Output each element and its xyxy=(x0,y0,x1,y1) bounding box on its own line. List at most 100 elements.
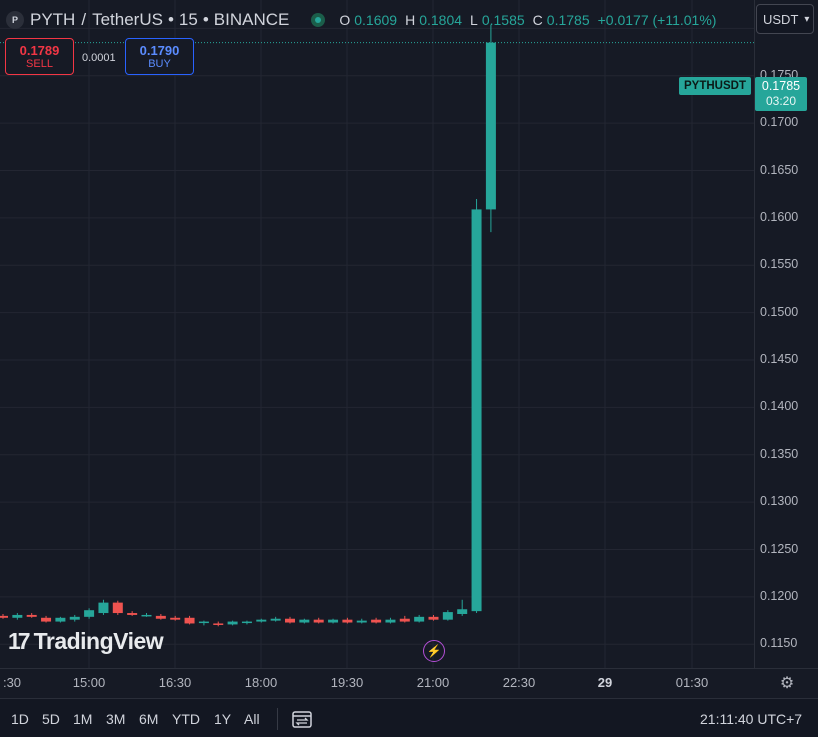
price-tick-label: 0.1500 xyxy=(760,304,799,319)
candle-body xyxy=(0,615,8,618)
candle-body xyxy=(227,621,238,625)
candle-body xyxy=(471,209,482,612)
ohlc-values: O 0.1609 H 0.1804 L 0.1585 C 0.1785 +0.0177 … xyxy=(339,12,720,28)
candle-body xyxy=(26,614,37,617)
time-tick-label: 18:00 xyxy=(244,675,278,690)
currency-selector[interactable]: USDT ▾ xyxy=(756,4,814,34)
chart-area[interactable] xyxy=(0,0,754,668)
symbol-name[interactable]: PYTH xyxy=(30,10,75,30)
buy-button[interactable]: 0.1790 BUY xyxy=(125,38,194,75)
range-button-all[interactable]: All xyxy=(244,711,260,727)
candle-body xyxy=(112,602,123,614)
price-tick-label: 0.1600 xyxy=(760,209,799,224)
time-tick-label: 15:00 xyxy=(72,675,106,690)
candle-body xyxy=(428,616,439,620)
range-button-3m[interactable]: 3M xyxy=(106,711,125,727)
candle-body xyxy=(328,619,339,623)
time-tick-label: :30 xyxy=(2,675,22,690)
close-label: C xyxy=(532,12,543,28)
candle-body xyxy=(184,617,195,624)
time-tick-label: 21:00 xyxy=(416,675,450,690)
candle-body xyxy=(299,619,310,623)
candle-body xyxy=(313,619,324,623)
utc-clock[interactable]: 21:11:40 UTC+7 xyxy=(700,711,802,727)
flash-icon[interactable]: ⚡ xyxy=(423,640,445,662)
candle-body xyxy=(55,617,66,622)
price-tick-label: 0.1200 xyxy=(760,588,799,603)
candle-body xyxy=(213,623,224,625)
low-label: L xyxy=(470,12,478,28)
range-button-6m[interactable]: 6M xyxy=(139,711,158,727)
candle-body xyxy=(342,619,353,623)
candle-body xyxy=(442,612,453,620)
low-value: 0.1585 xyxy=(481,12,525,28)
candle-body xyxy=(270,618,281,621)
sell-button[interactable]: 0.1789 SELL xyxy=(5,38,74,75)
symbol-separator: / xyxy=(81,10,87,29)
symbol-price-tag: PYTHUSDT xyxy=(679,77,751,95)
range-button-1m[interactable]: 1M xyxy=(73,711,92,727)
currency-label: USDT xyxy=(763,11,799,27)
tradingview-mark-icon: 17 xyxy=(8,628,31,654)
candle-body xyxy=(41,617,52,622)
candle-body xyxy=(98,602,109,614)
time-tick-label: 22:30 xyxy=(502,675,536,690)
symbol-legend: P PYTH / TetherUS • 15 • BINANCE O 0.1609… xyxy=(6,8,720,32)
sell-label: SELL xyxy=(26,57,53,70)
range-button-1y[interactable]: 1Y xyxy=(214,711,231,727)
price-tick-label: 0.1300 xyxy=(760,494,799,509)
range-button-1d[interactable]: 1D xyxy=(11,711,29,727)
price-tick-label: 0.1150 xyxy=(760,636,798,651)
time-tick-label: 19:30 xyxy=(330,675,364,690)
spread-value: 0.0001 xyxy=(82,52,116,64)
candle-body xyxy=(414,616,425,622)
range-button-ytd[interactable]: YTD xyxy=(172,711,200,727)
quote-name: TetherUS xyxy=(92,10,163,29)
settings-icon[interactable]: ⚙ xyxy=(778,674,796,692)
candle-body xyxy=(485,42,496,210)
market-open-icon xyxy=(311,13,326,27)
price-tick-label: 0.1350 xyxy=(760,446,799,461)
dot-separator: • xyxy=(167,10,174,29)
candle-body xyxy=(170,617,181,620)
last-price-value: 0.1785 xyxy=(761,79,801,93)
bar-countdown: 03:20 xyxy=(765,94,797,108)
candle-body xyxy=(127,613,138,615)
price-tick-label: 0.1400 xyxy=(760,399,799,414)
candle-body xyxy=(457,609,468,614)
price-tick-label: 0.1450 xyxy=(760,352,799,367)
candle-body xyxy=(371,619,382,623)
last-price-tag: 0.1785 03:20 xyxy=(755,77,807,111)
high-label: H xyxy=(405,12,416,28)
open-label: O xyxy=(339,12,351,28)
calendar-range-icon xyxy=(292,711,312,728)
price-tick-label: 0.1700 xyxy=(760,115,799,130)
tradingview-wordmark: TradingView xyxy=(33,628,164,654)
candle-body xyxy=(141,614,152,617)
compare-icon[interactable] xyxy=(291,709,313,729)
range-button-5d[interactable]: 5D xyxy=(42,711,60,727)
sell-price: 0.1789 xyxy=(19,42,60,58)
candle-body xyxy=(385,619,396,623)
candle-body xyxy=(69,616,80,620)
candlestick-chart[interactable] xyxy=(0,0,754,668)
candle-body xyxy=(285,618,295,623)
candle-body xyxy=(356,620,367,623)
time-tick-label: 16:30 xyxy=(158,675,192,690)
tradingview-logo[interactable]: 17 TradingView xyxy=(8,628,164,655)
buy-price: 0.1790 xyxy=(139,42,180,58)
change-value: +0.0177 (+11.01%) xyxy=(597,12,717,28)
price-tick-label: 0.1250 xyxy=(760,541,799,556)
candle-body xyxy=(155,615,166,619)
candle-body xyxy=(84,610,95,617)
candle-body xyxy=(256,619,267,622)
price-tick-label: 0.1550 xyxy=(760,257,799,272)
interval-label[interactable]: 15 xyxy=(179,10,198,30)
time-tick-label: 29 xyxy=(597,675,613,690)
candle-body xyxy=(399,618,410,622)
pyth-logo-icon: P xyxy=(6,11,24,29)
dot-separator: • xyxy=(202,10,209,29)
open-value: 0.1609 xyxy=(354,12,398,28)
candle-body xyxy=(241,621,252,624)
close-value: 0.1785 xyxy=(546,12,590,28)
